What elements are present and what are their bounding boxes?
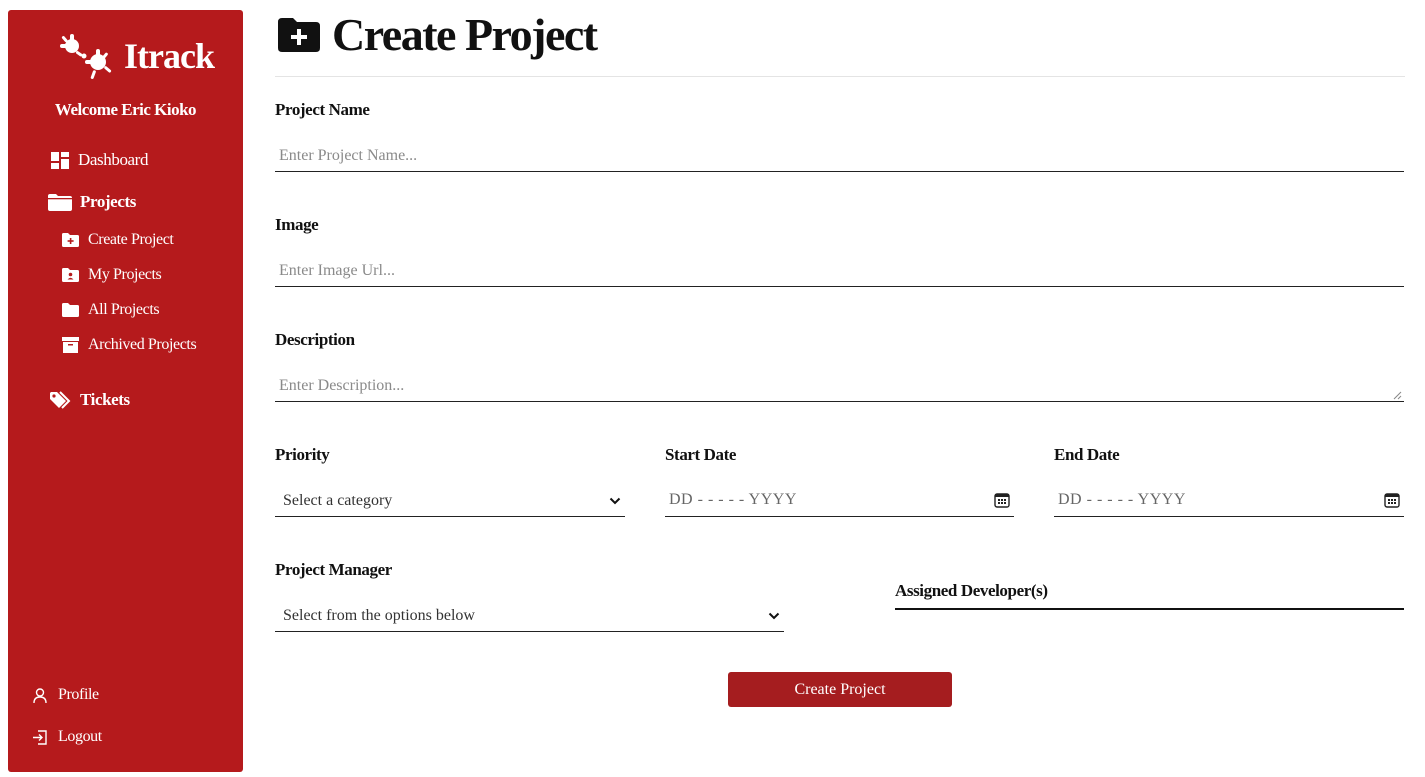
logo-text: Itrack xyxy=(124,36,215,76)
end-date-input[interactable]: DD - - - - - YYYY xyxy=(1054,484,1404,517)
end-date-value: DD - - - - - YYYY xyxy=(1058,491,1186,508)
sidebar-item-my-projects[interactable]: My Projects xyxy=(60,266,162,284)
end-date-label: End Date xyxy=(1054,445,1120,464)
sidebar-item-label: Archived Projects xyxy=(88,336,197,353)
header-divider xyxy=(275,76,1405,77)
sidebar-item-tickets[interactable]: Tickets xyxy=(50,390,130,410)
sidebar-item-logout[interactable]: Logout xyxy=(30,728,102,746)
page-title: Create Project xyxy=(332,9,598,60)
page-header: Create Project xyxy=(278,8,598,61)
project-manager-select-value: Select from the options below xyxy=(283,607,475,624)
tags-icon xyxy=(50,390,72,409)
sidebar-item-archived-projects[interactable]: Archived Projects xyxy=(60,336,197,354)
image-url-input[interactable] xyxy=(275,255,1404,287)
sidebar-item-label: Projects xyxy=(80,192,136,211)
start-date-label: Start Date xyxy=(665,445,737,464)
priority-select[interactable]: Select a category xyxy=(275,486,625,517)
folder-plus-icon xyxy=(60,231,80,249)
sidebar-item-label: My Projects xyxy=(88,266,162,283)
image-label: Image xyxy=(275,215,319,234)
dashboard-icon xyxy=(50,151,70,169)
sidebar-item-label: Tickets xyxy=(80,390,130,409)
resize-grip-icon[interactable] xyxy=(1393,391,1402,400)
folder-user-icon xyxy=(60,266,80,284)
welcome-message: Welcome Eric Kioko xyxy=(54,100,197,119)
user-icon xyxy=(30,686,50,704)
logout-icon xyxy=(30,728,50,746)
logo-splat-icon xyxy=(60,34,112,79)
sidebar-item-label: All Projects xyxy=(88,301,160,318)
assigned-developers-label: Assigned Developer(s) xyxy=(895,581,1048,600)
sidebar-item-create-project[interactable]: Create Project xyxy=(60,231,174,249)
chevron-down-icon xyxy=(609,497,621,505)
project-name-input[interactable] xyxy=(275,140,1404,172)
priority-label: Priority xyxy=(275,445,330,464)
project-manager-label: Project Manager xyxy=(275,560,392,579)
sidebar-item-label: Dashboard xyxy=(78,150,149,169)
logo[interactable]: Itrack xyxy=(58,32,215,80)
sidebar-item-label: Logout xyxy=(58,728,102,745)
folder-icon xyxy=(60,301,80,319)
sidebar-item-label: Profile xyxy=(58,686,99,703)
sidebar-item-all-projects[interactable]: All Projects xyxy=(60,301,160,319)
archive-icon xyxy=(60,336,80,354)
sidebar-item-profile[interactable]: Profile xyxy=(30,686,99,704)
project-manager-select[interactable]: Select from the options below xyxy=(275,601,784,632)
create-project-button[interactable]: Create Project xyxy=(728,672,952,707)
priority-select-value: Select a category xyxy=(283,492,393,509)
sidebar-item-label: Create Project xyxy=(88,231,174,248)
description-wrapper xyxy=(275,370,1404,402)
folder-icon xyxy=(48,193,72,211)
start-date-input[interactable]: DD - - - - - YYYY xyxy=(665,484,1014,517)
assigned-developers-multiselect[interactable]: Assigned Developer(s) xyxy=(895,575,1404,610)
start-date-value: DD - - - - - YYYY xyxy=(669,491,797,508)
folder-plus-icon xyxy=(278,17,320,52)
calendar-icon[interactable] xyxy=(1384,492,1400,508)
sidebar-item-dashboard[interactable]: Dashboard xyxy=(50,150,148,170)
calendar-icon[interactable] xyxy=(994,492,1010,508)
sidebar: Itrack Welcome Eric Kioko Dashboard Proj… xyxy=(8,10,243,772)
chevron-down-icon xyxy=(768,612,780,620)
description-label: Description xyxy=(275,330,355,349)
project-name-label: Project Name xyxy=(275,100,370,119)
sidebar-item-projects[interactable]: Projects xyxy=(48,192,136,212)
description-textarea[interactable] xyxy=(275,370,1404,402)
